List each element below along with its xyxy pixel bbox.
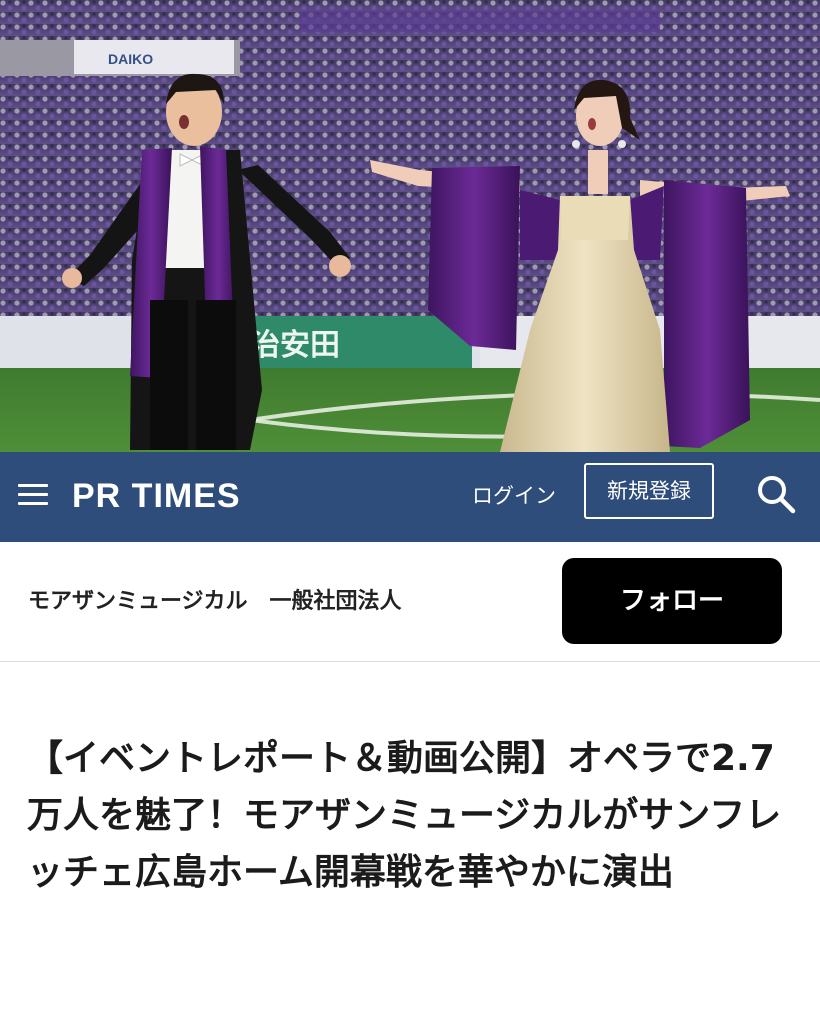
hero-photo-illustration: DAIKO 治安田: [0, 0, 820, 452]
top-navbar: PR TIMES ログイン 新規登録: [0, 452, 820, 542]
hero-image: DAIKO 治安田: [0, 0, 820, 452]
login-link[interactable]: ログイン: [472, 476, 556, 516]
ad-board-text: 治安田: [250, 328, 340, 363]
company-name[interactable]: モアザンミュージカル 一般社団法人: [28, 582, 402, 622]
company-bar: モアザンミュージカル 一般社団法人 フォロー: [0, 542, 820, 662]
search-icon[interactable]: [754, 472, 798, 516]
sponsor-sign-text: DAIKO: [108, 51, 153, 67]
register-button[interactable]: 新規登録: [584, 463, 714, 519]
follow-button[interactable]: フォロー: [562, 558, 782, 644]
menu-icon[interactable]: [18, 482, 48, 508]
site-logo[interactable]: PR TIMES: [72, 474, 241, 518]
article-title: 【イベントレポート＆動画公開】オペラで2.7万人を魅了！モアザンミュージカルがサ…: [27, 738, 782, 893]
